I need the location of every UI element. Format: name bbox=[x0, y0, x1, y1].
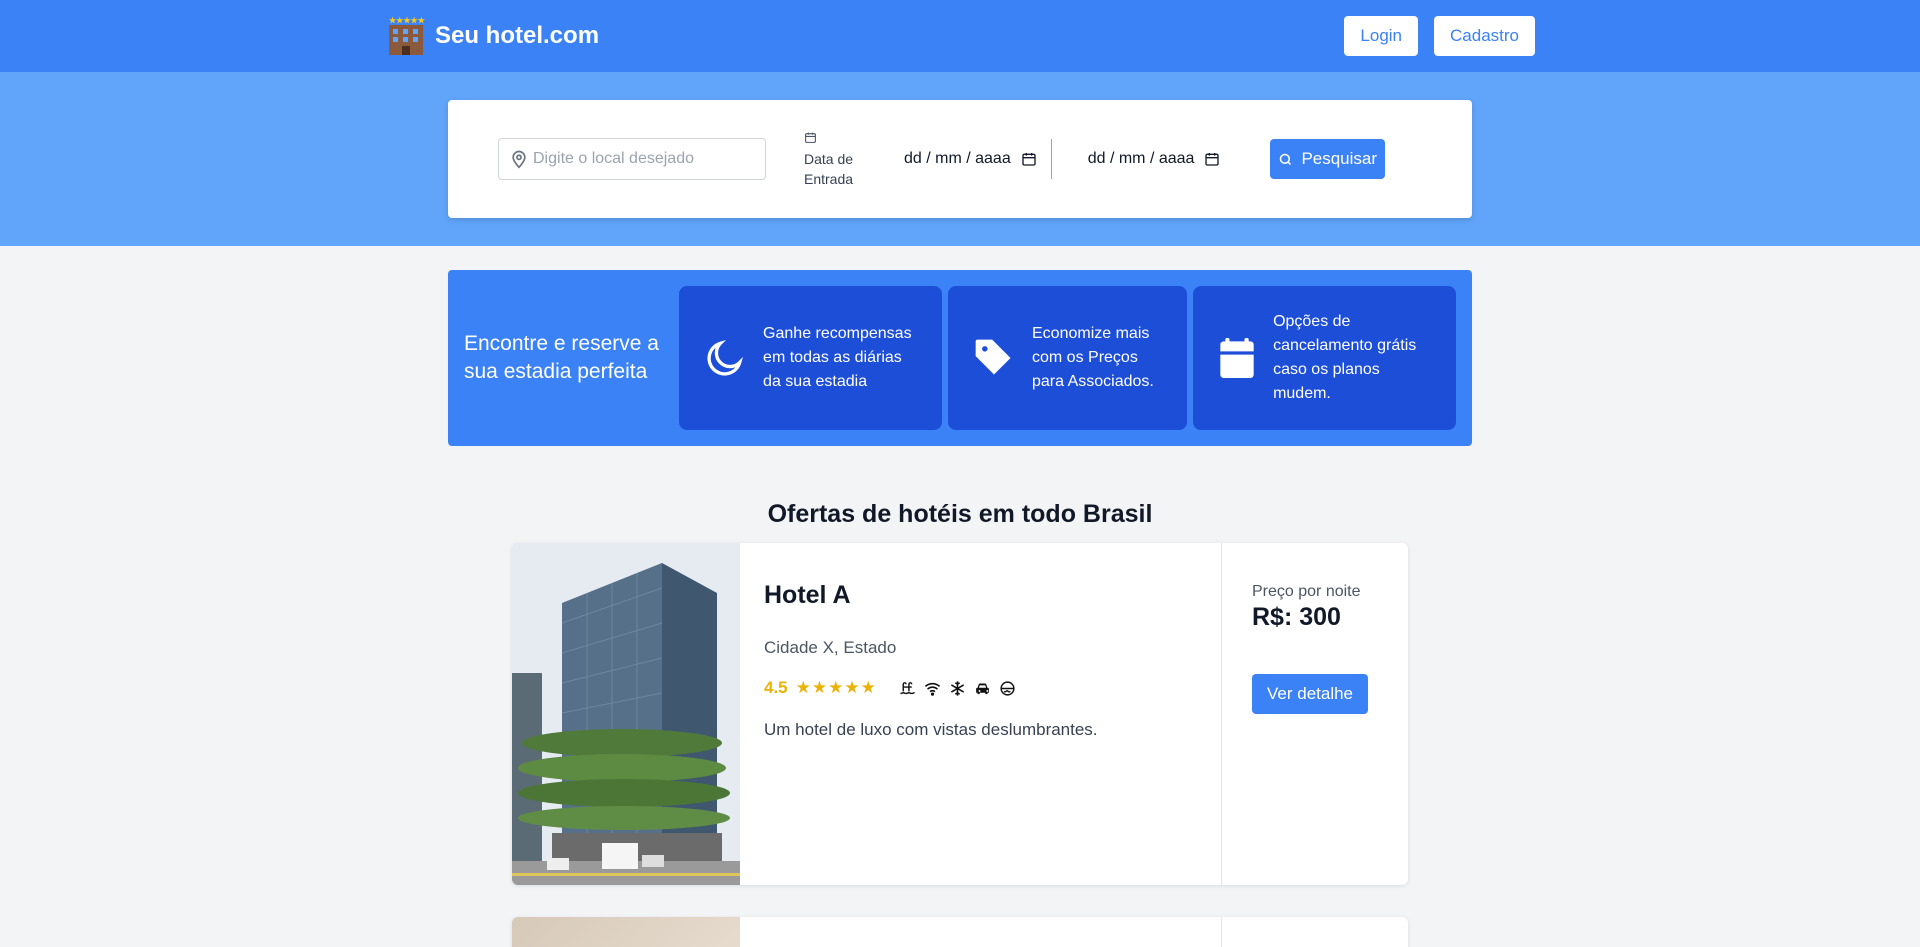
hotel-price-panel: Preço por noite R$: 300 Ver detalhe bbox=[1222, 543, 1408, 885]
map-pin-icon bbox=[512, 150, 526, 169]
feature-rewards-text: Ganhe recompensas em todas as diárias da… bbox=[763, 325, 912, 390]
brand[interactable]: ★★★★★ Seu hotel.com bbox=[385, 15, 599, 57]
signup-button[interactable]: Cadastro bbox=[1434, 16, 1535, 56]
brand-name: Seu hotel.com bbox=[435, 22, 600, 49]
feature-member-prices: Economize mais com os Preços para Associ… bbox=[948, 286, 1188, 430]
checkout-date-text: dd / mm / aaaa bbox=[1087, 150, 1195, 167]
price-value: R$: 300 bbox=[1252, 603, 1341, 631]
checkin-date-text: dd / mm / aaaa bbox=[904, 150, 1011, 167]
search-button-label: Pesquisar bbox=[1301, 149, 1378, 168]
calendar-picker-icon[interactable] bbox=[1021, 151, 1037, 167]
feature-free-cancellation-text: Opções de cancelamento grátis caso os pl… bbox=[1273, 313, 1417, 402]
hotel-image[interactable] bbox=[512, 917, 740, 947]
hotel-info: Hotel A Cidade X, Estado 4.5 ★★★★★ Um ho… bbox=[740, 543, 1222, 885]
search-button[interactable]: Pesquisar bbox=[1270, 139, 1386, 179]
wifi-icon bbox=[924, 682, 940, 696]
pool-icon bbox=[900, 681, 915, 694]
star-rating: ★★★★★ bbox=[795, 678, 877, 697]
date-label: Data de Entrada bbox=[804, 129, 904, 189]
location-input[interactable] bbox=[533, 150, 753, 168]
hotel-card bbox=[512, 917, 1408, 947]
checkin-date-input[interactable]: dd / mm / aaaa bbox=[904, 150, 1037, 168]
date-label-text: Data de Entrada bbox=[804, 151, 854, 187]
date-divider bbox=[1050, 139, 1052, 179]
checkout-date-input[interactable]: dd / mm / aaaa bbox=[1088, 150, 1221, 168]
view-detail-button[interactable]: Ver detalhe bbox=[1252, 674, 1369, 714]
search-card: Data de Entrada dd / mm / aaaa dd / mm /… bbox=[448, 100, 1472, 218]
features-banner: Encontre e reserve a sua estadia perfeit… bbox=[448, 270, 1472, 446]
features-title: Encontre e reserve a sua estadia perfeit… bbox=[464, 332, 659, 383]
hotel-card: Hotel A Cidade X, Estado 4.5 ★★★★★ Um ho… bbox=[512, 543, 1408, 885]
calendar-picker-icon[interactable] bbox=[1204, 151, 1220, 167]
car-icon bbox=[975, 683, 989, 694]
hot-tub-icon bbox=[1000, 680, 1015, 696]
top-header: ★★★★★ Seu hotel.com Login Cadastro bbox=[0, 0, 1920, 72]
rating-row: 4.5 ★★★★★ bbox=[764, 678, 1197, 698]
feature-rewards: Ganhe recompensas em todas as diárias da… bbox=[679, 286, 942, 430]
calendar-icon bbox=[1220, 338, 1254, 378]
hotel-price-panel bbox=[1222, 917, 1408, 947]
hotel-description: Um hotel de luxo com vistas deslumbrante… bbox=[764, 720, 1098, 739]
small-calendar-icon bbox=[805, 132, 816, 143]
search-band: Data de Entrada dd / mm / aaaa dd / mm /… bbox=[0, 72, 1920, 246]
price-label: Preço por noite bbox=[1252, 583, 1361, 600]
login-button[interactable]: Login bbox=[1344, 16, 1419, 56]
snowflake-icon bbox=[950, 680, 964, 696]
moon-icon bbox=[707, 339, 744, 376]
feature-free-cancellation: Opções de cancelamento grátis caso os pl… bbox=[1193, 286, 1457, 430]
hotel-logo-icon: ★★★★★ bbox=[385, 15, 427, 57]
hotel-name[interactable]: Hotel A bbox=[764, 581, 1197, 610]
location-field[interactable] bbox=[498, 138, 766, 180]
offers-title: Ofertas de hotéis em todo Brasil bbox=[767, 500, 1153, 528]
search-icon bbox=[1280, 153, 1292, 165]
tag-icon bbox=[975, 339, 1011, 375]
feature-member-prices-text: Economize mais com os Preços para Associ… bbox=[1032, 325, 1154, 390]
hotel-info bbox=[740, 917, 1222, 947]
svg-text:★★★★★: ★★★★★ bbox=[389, 16, 426, 25]
hotel-rating: 4.5 bbox=[764, 678, 788, 697]
amenities bbox=[899, 680, 1016, 697]
hotel-image[interactable] bbox=[512, 543, 740, 885]
hotel-location: Cidade X, Estado bbox=[764, 638, 897, 657]
